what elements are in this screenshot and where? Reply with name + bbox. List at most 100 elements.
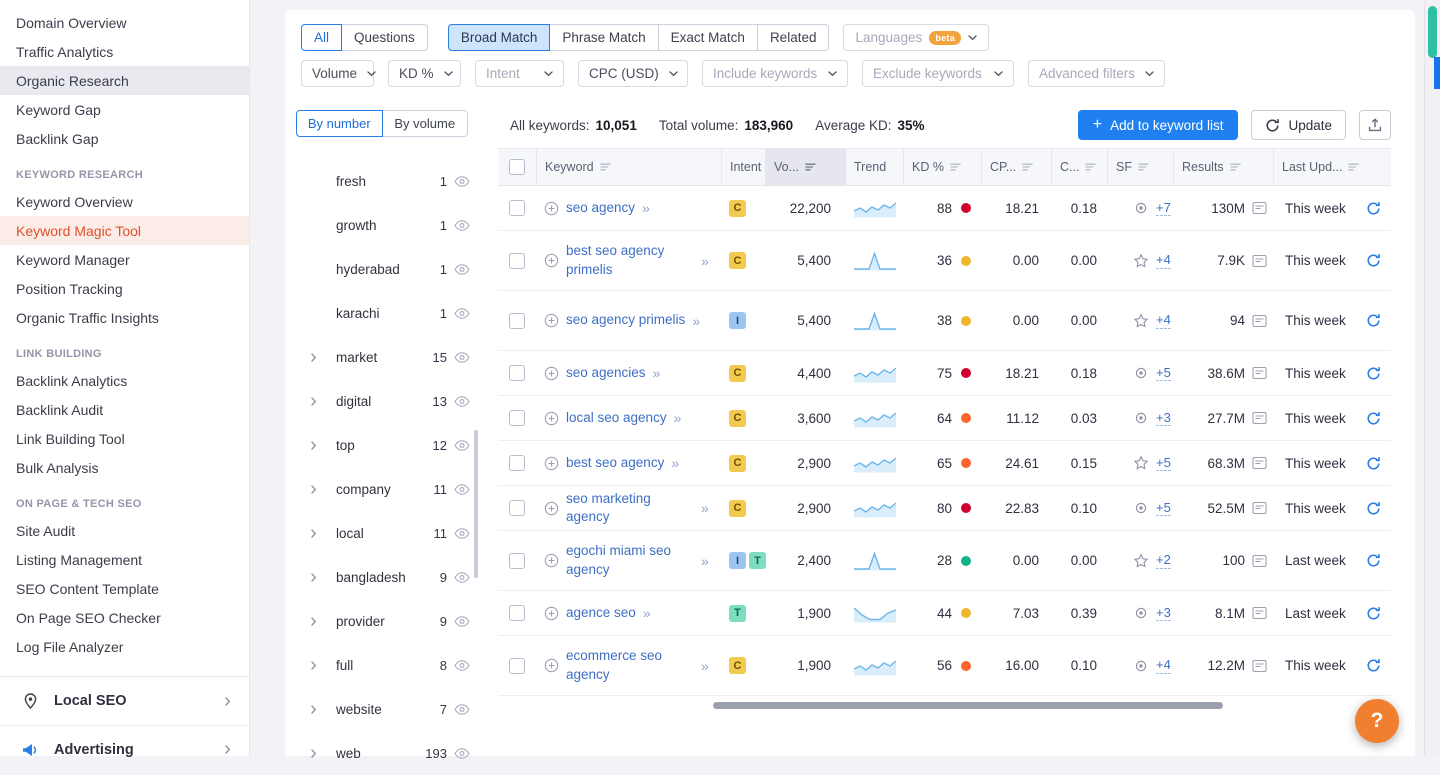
group-item-growth[interactable]: growth1 <box>296 203 480 247</box>
toggle-by-volume[interactable]: By volume <box>382 110 469 137</box>
filter-dropdown-exclude-keywords[interactable]: Exclude keywords <box>862 60 1014 87</box>
keyword-link[interactable]: agence seo <box>566 604 636 622</box>
column-header-trend[interactable]: Trend <box>845 149 903 185</box>
languages-dropdown[interactable]: Languages beta <box>843 24 989 51</box>
column-header-keyword[interactable]: Keyword <box>536 149 721 185</box>
group-item-fresh[interactable]: fresh1 <box>296 159 480 203</box>
eye-icon[interactable] <box>454 572 470 583</box>
refresh-icon[interactable] <box>1366 366 1381 381</box>
page-scrollbar-thumb[interactable] <box>1428 6 1437 58</box>
add-keyword-icon[interactable] <box>544 253 559 268</box>
expand-keyword-icon[interactable]: » <box>642 200 650 216</box>
sidebar-item-listing-management[interactable]: Listing Management <box>0 545 249 574</box>
filter-dropdown-advanced-filters[interactable]: Advanced filters <box>1028 60 1165 87</box>
row-checkbox[interactable] <box>509 410 525 426</box>
select-all-checkbox[interactable] <box>509 159 525 175</box>
filter-dropdown-intent[interactable]: Intent <box>475 60 564 87</box>
row-checkbox[interactable] <box>509 253 525 269</box>
sidebar-item-backlink-gap[interactable]: Backlink Gap <box>0 124 249 153</box>
group-item-hyderabad[interactable]: hyderabad1 <box>296 247 480 291</box>
column-header-intent[interactable]: Intent <box>721 149 765 185</box>
refresh-icon[interactable] <box>1366 456 1381 471</box>
eye-icon[interactable] <box>454 220 470 231</box>
sidebar-item-keyword-overview[interactable]: Keyword Overview <box>0 187 249 216</box>
refresh-icon[interactable] <box>1366 606 1381 621</box>
expand-keyword-icon[interactable]: » <box>701 253 709 269</box>
group-item-top[interactable]: top12 <box>296 423 480 467</box>
group-item-web[interactable]: web193 <box>296 731 480 775</box>
sidebar-footer-local-seo[interactable]: Local SEO <box>0 677 249 725</box>
keyword-link[interactable]: seo agencies <box>566 364 646 382</box>
row-checkbox[interactable] <box>509 365 525 381</box>
group-item-full[interactable]: full8 <box>296 643 480 687</box>
eye-icon[interactable] <box>454 440 470 451</box>
sidebar-item-organic-research[interactable]: Organic Research <box>0 66 249 95</box>
add-keyword-icon[interactable] <box>544 411 559 426</box>
row-checkbox[interactable] <box>509 455 525 471</box>
sidebar-item-on-page-seo-checker[interactable]: On Page SEO Checker <box>0 603 249 632</box>
eye-icon[interactable] <box>454 528 470 539</box>
expand-keyword-icon[interactable]: » <box>653 365 661 381</box>
serp-preview-icon[interactable] <box>1252 606 1267 620</box>
eye-icon[interactable] <box>454 352 470 363</box>
groups-scrollbar[interactable] <box>474 430 478 578</box>
serp-features-link[interactable]: +2 <box>1156 552 1171 569</box>
serp-features-link[interactable]: +4 <box>1156 252 1171 269</box>
expand-keyword-icon[interactable]: » <box>701 658 709 674</box>
filter-dropdown-cpc-usd[interactable]: CPC (USD) <box>578 60 688 87</box>
sidebar-item-keyword-gap[interactable]: Keyword Gap <box>0 95 249 124</box>
serp-features-link[interactable]: +4 <box>1156 312 1171 329</box>
expand-keyword-icon[interactable]: » <box>674 410 682 426</box>
row-checkbox[interactable] <box>509 553 525 569</box>
eye-icon[interactable] <box>454 396 470 407</box>
eye-icon[interactable] <box>454 704 470 715</box>
eye-icon[interactable] <box>454 748 470 759</box>
page-scrollbar-track[interactable] <box>1424 0 1440 756</box>
row-checkbox[interactable] <box>509 605 525 621</box>
serp-preview-icon[interactable] <box>1252 366 1267 380</box>
add-keyword-icon[interactable] <box>544 658 559 673</box>
serp-preview-icon[interactable] <box>1252 411 1267 425</box>
add-keyword-icon[interactable] <box>544 366 559 381</box>
sidebar-item-bulk-analysis[interactable]: Bulk Analysis <box>0 453 249 482</box>
sidebar-item-link-building-tool[interactable]: Link Building Tool <box>0 424 249 453</box>
update-button[interactable]: Update <box>1251 110 1346 140</box>
column-header-kd[interactable]: KD % <box>903 149 981 185</box>
serp-preview-icon[interactable] <box>1252 659 1267 673</box>
sidebar-item-traffic-analytics[interactable]: Traffic Analytics <box>0 37 249 66</box>
expand-keyword-icon[interactable]: » <box>643 605 651 621</box>
refresh-icon[interactable] <box>1366 658 1381 673</box>
refresh-icon[interactable] <box>1366 553 1381 568</box>
add-keyword-icon[interactable] <box>544 456 559 471</box>
add-keyword-icon[interactable] <box>544 501 559 516</box>
serp-preview-icon[interactable] <box>1252 554 1267 568</box>
serp-features-link[interactable]: +4 <box>1156 657 1171 674</box>
sidebar-item-backlink-analytics[interactable]: Backlink Analytics <box>0 366 249 395</box>
sidebar-item-log-file-analyzer[interactable]: Log File Analyzer <box>0 632 249 661</box>
sidebar-item-keyword-manager[interactable]: Keyword Manager <box>0 245 249 274</box>
eye-icon[interactable] <box>454 484 470 495</box>
sidebar-item-backlink-audit[interactable]: Backlink Audit <box>0 395 249 424</box>
serp-features-link[interactable]: +5 <box>1156 500 1171 517</box>
export-button[interactable] <box>1359 110 1391 140</box>
serp-preview-icon[interactable] <box>1252 314 1267 328</box>
expand-keyword-icon[interactable]: » <box>701 500 709 516</box>
expand-keyword-icon[interactable]: » <box>701 553 709 569</box>
group-item-bangladesh[interactable]: bangladesh9 <box>296 555 480 599</box>
column-header-results[interactable]: Results <box>1173 149 1273 185</box>
group-item-company[interactable]: company11 <box>296 467 480 511</box>
sidebar-item-domain-overview[interactable]: Domain Overview <box>0 8 249 37</box>
expand-keyword-icon[interactable]: » <box>692 313 700 329</box>
serp-features-link[interactable]: +3 <box>1156 605 1171 622</box>
filter-dropdown-volume[interactable]: Volume <box>301 60 374 87</box>
row-checkbox[interactable] <box>509 658 525 674</box>
filter-dropdown-include-keywords[interactable]: Include keywords <box>702 60 848 87</box>
tab-phrase-match[interactable]: Phrase Match <box>549 24 658 51</box>
add-keyword-icon[interactable] <box>544 313 559 328</box>
add-keyword-icon[interactable] <box>544 553 559 568</box>
keyword-link[interactable]: seo agency <box>566 199 635 217</box>
serp-features-link[interactable]: +7 <box>1156 200 1171 217</box>
refresh-icon[interactable] <box>1366 501 1381 516</box>
group-item-website[interactable]: website7 <box>296 687 480 731</box>
help-button[interactable]: ? <box>1355 699 1399 743</box>
